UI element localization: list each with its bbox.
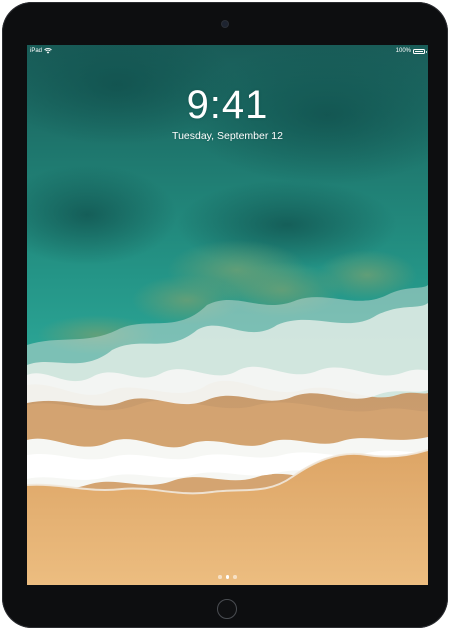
status-bar-right: 100% — [395, 45, 427, 57]
page-dot[interactable] — [233, 575, 237, 579]
page-indicator[interactable] — [27, 575, 428, 579]
battery-full-icon — [413, 48, 427, 54]
page-dot-active[interactable] — [225, 575, 230, 579]
front-camera-icon — [222, 21, 228, 27]
page-dot[interactable] — [218, 575, 222, 579]
ipad-device: iPad 100% 9:41 Tuesday, September 12 — [2, 2, 448, 628]
wifi-icon — [44, 48, 52, 54]
status-bar-left: iPad — [30, 45, 52, 57]
status-bar: iPad 100% — [27, 45, 428, 57]
device-label: iPad — [30, 48, 43, 54]
lock-screen-time: 9:41 — [186, 83, 269, 127]
battery-percentage: 100% — [395, 48, 411, 54]
lock-screen-date: Tuesday, September 12 — [172, 130, 283, 142]
lock-screen[interactable]: iPad 100% 9:41 Tuesday, September 12 — [27, 45, 428, 585]
home-button-icon[interactable] — [217, 599, 237, 619]
